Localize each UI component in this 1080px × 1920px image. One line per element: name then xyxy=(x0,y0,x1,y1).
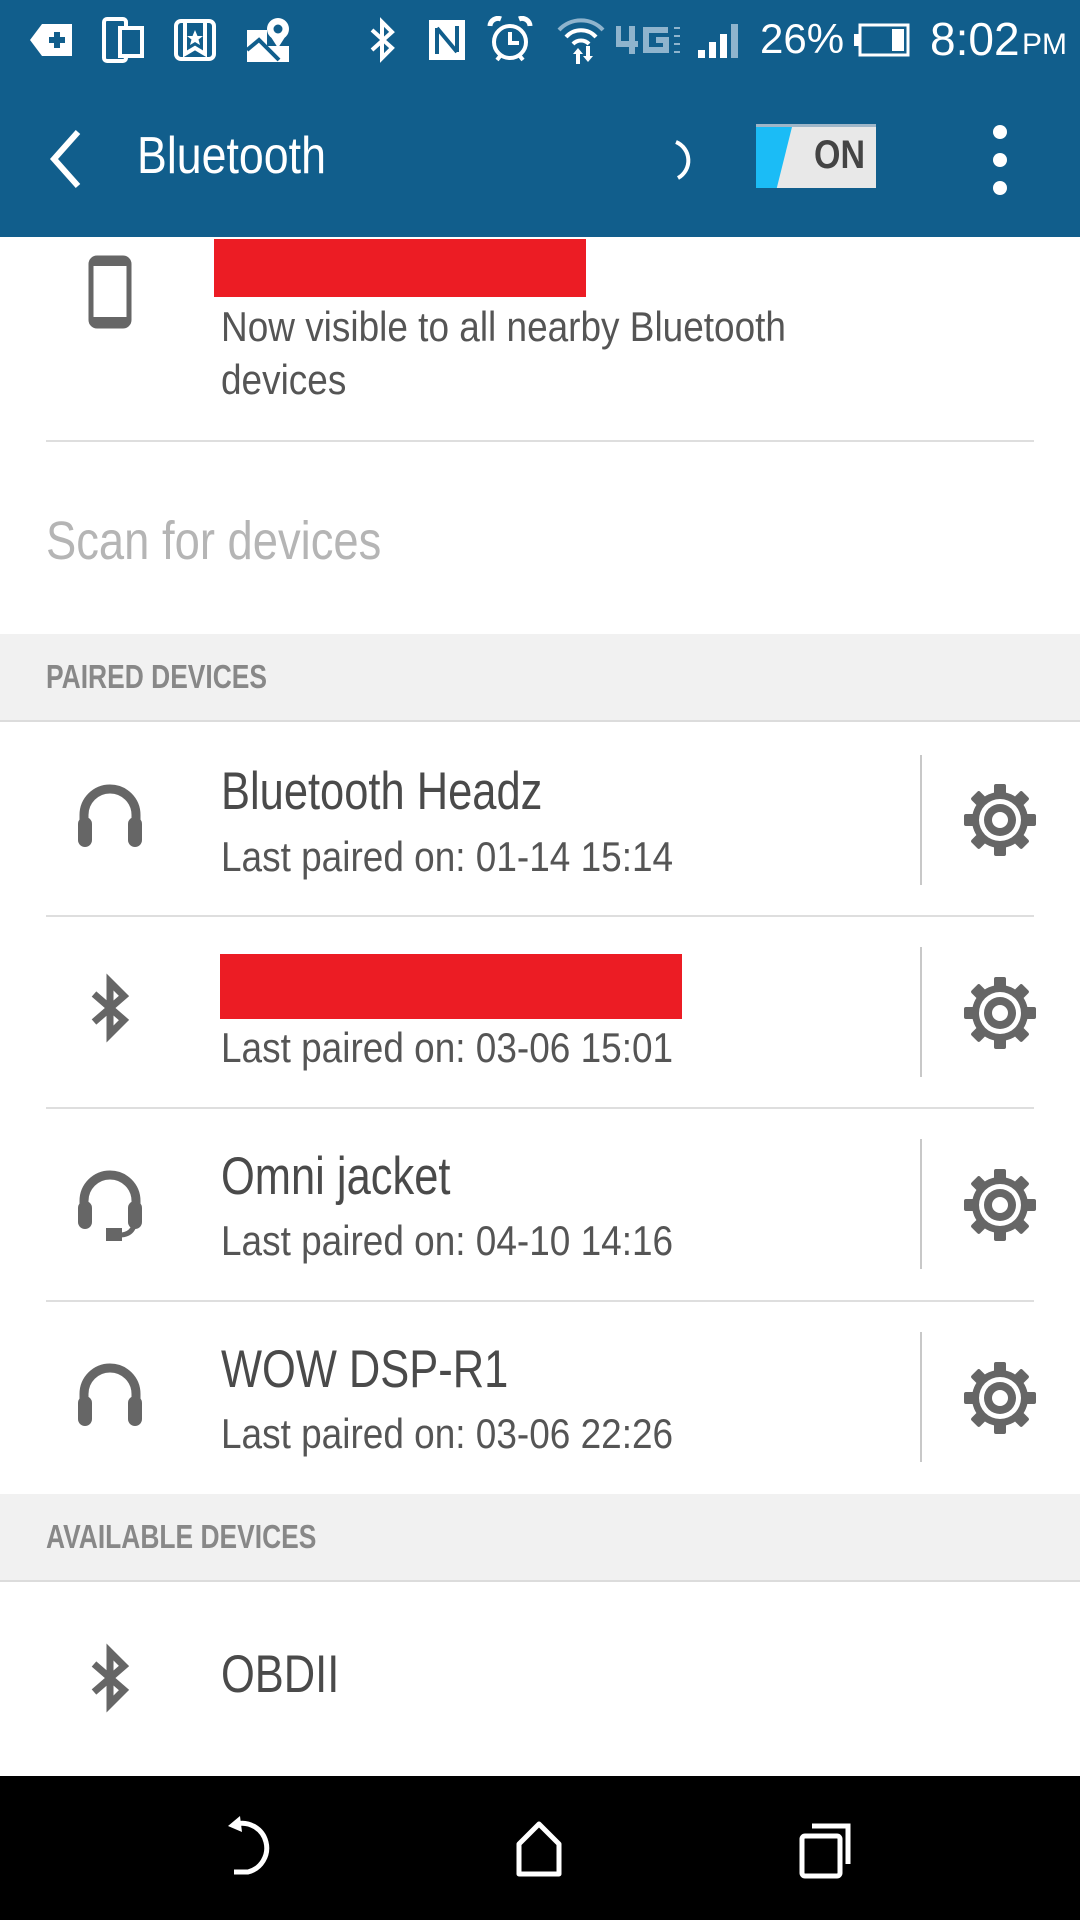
battery-percent: 26% xyxy=(760,15,845,62)
scan-label: Scan for devices xyxy=(46,511,382,571)
device-name: Omni jacket xyxy=(221,1147,451,1206)
nav-home-button[interactable] xyxy=(494,1806,584,1896)
back-button[interactable] xyxy=(38,124,98,194)
bluetooth-icon xyxy=(70,1638,150,1718)
vertical-divider xyxy=(920,947,922,1077)
4g-lte-icon xyxy=(616,14,682,66)
chevron-left-icon xyxy=(49,130,81,188)
device-name: WOW DSP-R1 xyxy=(221,1340,509,1399)
status-bar: 26% 8:02 PM xyxy=(0,0,1080,80)
available-device-row[interactable]: OBDII xyxy=(0,1582,1080,1776)
headphones-icon xyxy=(70,775,150,855)
bookmark-star-icon xyxy=(173,14,217,66)
device-name: Bluetooth Headz xyxy=(221,762,543,821)
wifi-data-icon xyxy=(556,14,606,66)
paired-device-row[interactable]: Bluetooth Headz Last paired on: 01-14 15… xyxy=(0,723,1080,915)
clock-ampm: PM xyxy=(1022,28,1067,61)
toggle-label: ON xyxy=(814,133,865,177)
gear-icon xyxy=(964,784,1036,856)
headset-icon xyxy=(70,1161,150,1242)
navigation-bar xyxy=(0,1776,1080,1920)
device-settings-button[interactable] xyxy=(960,780,1040,860)
back-arrow-icon xyxy=(228,1816,270,1875)
more-options-button[interactable] xyxy=(975,118,1025,202)
headphones-icon xyxy=(70,1354,150,1434)
redacted-device-name xyxy=(220,954,682,1019)
last-paired: Last paired on: 03-06 15:01 xyxy=(221,1024,674,1071)
available-devices-label: AVAILABLE DEVICES xyxy=(46,1518,317,1555)
nav-recents-button[interactable] xyxy=(780,1806,870,1896)
add-tag-icon xyxy=(28,14,74,66)
device-settings-button[interactable] xyxy=(960,973,1040,1053)
bluetooth-status-icon xyxy=(368,14,398,66)
redacted-device-name xyxy=(214,239,586,297)
battery-icon xyxy=(852,14,910,66)
page-title: Bluetooth xyxy=(137,127,326,185)
loading-spinner-icon xyxy=(664,130,712,190)
vertical-divider xyxy=(920,1332,922,1462)
alarm-icon xyxy=(487,14,533,66)
last-paired: Last paired on: 03-06 22:26 xyxy=(221,1410,674,1457)
gear-icon xyxy=(964,1362,1036,1434)
gear-icon xyxy=(964,977,1036,1049)
visibility-status-line2: devices xyxy=(221,356,347,403)
this-device-row[interactable]: Now visible to all nearby Bluetooth devi… xyxy=(0,237,1080,441)
dual-screen-icon xyxy=(101,14,145,66)
paired-devices-header: PAIRED DEVICES xyxy=(0,634,1080,722)
bluetooth-icon xyxy=(70,968,150,1048)
phone-icon xyxy=(88,255,132,329)
device-settings-button[interactable] xyxy=(960,1358,1040,1438)
app-bar: Bluetooth ON xyxy=(0,80,1080,237)
paired-devices-label: PAIRED DEVICES xyxy=(46,658,268,695)
paired-device-row[interactable]: Omni jacket Last paired on: 04-10 14:16 xyxy=(0,1109,1080,1300)
nav-back-button[interactable] xyxy=(208,1806,298,1896)
paired-device-row[interactable]: WOW DSP-R1 Last paired on: 03-06 22:26 xyxy=(0,1302,1080,1494)
more-vert-icon xyxy=(993,125,1007,195)
device-name: OBDII xyxy=(221,1645,340,1704)
home-icon xyxy=(516,1821,562,1877)
vertical-divider xyxy=(920,755,922,885)
map-pin-icon xyxy=(245,14,291,66)
clock-time: 8:02 xyxy=(930,13,1020,65)
visibility-status-line1: Now visible to all nearby Bluetooth xyxy=(221,303,786,350)
available-devices-header: AVAILABLE DEVICES xyxy=(0,1494,1080,1582)
recents-icon xyxy=(799,1823,851,1879)
nfc-icon xyxy=(428,14,466,66)
device-settings-button[interactable] xyxy=(960,1165,1040,1245)
paired-device-row[interactable]: Last paired on: 03-06 15:01 xyxy=(0,917,1080,1107)
gear-icon xyxy=(964,1169,1036,1241)
last-paired: Last paired on: 04-10 14:16 xyxy=(221,1217,674,1264)
vertical-divider xyxy=(920,1139,922,1269)
signal-icon xyxy=(696,14,744,66)
scan-for-devices-button[interactable]: Scan for devices xyxy=(0,442,1080,634)
bluetooth-toggle[interactable]: ON xyxy=(756,124,876,188)
last-paired: Last paired on: 01-14 15:14 xyxy=(221,833,674,880)
